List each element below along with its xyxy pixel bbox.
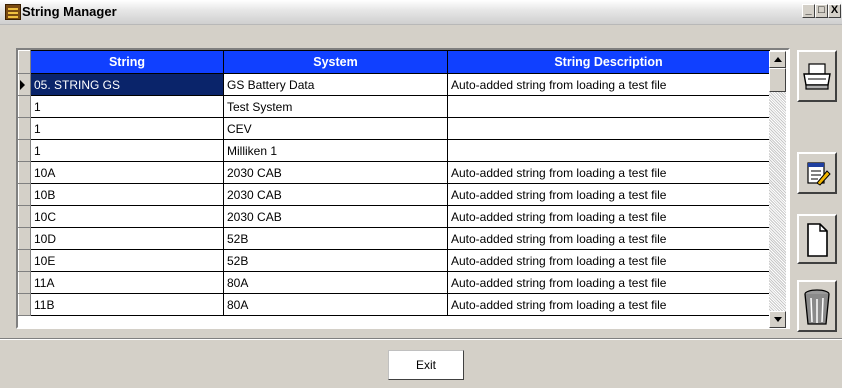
minimize-button[interactable]: _ xyxy=(802,4,815,18)
cell-description[interactable] xyxy=(447,117,770,140)
cell-description[interactable] xyxy=(447,95,770,118)
table-header-row: String System String Description xyxy=(18,50,770,74)
print-button[interactable] xyxy=(797,50,837,102)
cell-system[interactable]: 80A xyxy=(223,271,448,294)
row-indicator[interactable] xyxy=(18,95,31,118)
cell-string[interactable]: 11A xyxy=(30,271,224,294)
arrow-down-icon xyxy=(774,317,782,322)
title-bar: String Manager _ □ X xyxy=(0,0,842,25)
cell-system[interactable]: Milliken 1 xyxy=(223,139,448,162)
app-icon xyxy=(5,4,21,20)
close-button[interactable]: X xyxy=(828,4,841,18)
column-header-system[interactable]: System xyxy=(223,50,448,74)
new-button[interactable] xyxy=(797,214,837,264)
cell-string[interactable]: 05. STRING GS xyxy=(30,73,224,96)
scroll-up-button[interactable] xyxy=(769,51,786,68)
cell-description[interactable]: Auto-added string from loading a test fi… xyxy=(447,73,770,96)
table-row[interactable]: 10B 2030 CAB Auto-added string from load… xyxy=(18,183,770,206)
row-indicator[interactable] xyxy=(18,183,31,206)
table-row[interactable]: 10A 2030 CAB Auto-added string from load… xyxy=(18,161,770,184)
cell-description[interactable]: Auto-added string from loading a test fi… xyxy=(447,227,770,250)
cell-system[interactable]: 2030 CAB xyxy=(223,161,448,184)
edit-document-icon xyxy=(807,162,831,186)
cell-string[interactable]: 10D xyxy=(30,227,224,250)
cell-string[interactable]: 10A xyxy=(30,161,224,184)
row-indicator[interactable] xyxy=(18,139,31,162)
table-row[interactable]: 1 Test System xyxy=(18,95,770,118)
cell-system[interactable]: 80A xyxy=(223,293,448,316)
table-row[interactable]: 11B 80A Auto-added string from loading a… xyxy=(18,293,770,316)
row-indicator[interactable] xyxy=(18,249,31,272)
scroll-down-button[interactable] xyxy=(769,311,786,328)
cell-system[interactable]: CEV xyxy=(223,117,448,140)
cell-system[interactable]: 52B xyxy=(223,249,448,272)
row-indicator[interactable] xyxy=(18,271,31,294)
cell-system[interactable]: 2030 CAB xyxy=(223,183,448,206)
cell-description[interactable]: Auto-added string from loading a test fi… xyxy=(447,249,770,272)
table-row[interactable]: 1 CEV xyxy=(18,117,770,140)
exit-button[interactable]: Exit xyxy=(388,350,464,380)
cell-description[interactable]: Auto-added string from loading a test fi… xyxy=(447,183,770,206)
cell-string[interactable]: 10B xyxy=(30,183,224,206)
scroll-thumb[interactable] xyxy=(769,68,786,92)
row-indicator[interactable] xyxy=(18,205,31,228)
column-header-description[interactable]: String Description xyxy=(447,50,770,74)
table-row[interactable]: 10D 52B Auto-added string from loading a… xyxy=(18,227,770,250)
row-indicator[interactable] xyxy=(18,293,31,316)
window-title: String Manager xyxy=(22,4,117,19)
cell-system[interactable]: Test System xyxy=(223,95,448,118)
cell-system[interactable]: 2030 CAB xyxy=(223,205,448,228)
table-row[interactable]: 10C 2030 CAB Auto-added string from load… xyxy=(18,205,770,228)
cell-string[interactable]: 10E xyxy=(30,249,224,272)
current-row-arrow-icon xyxy=(20,80,25,90)
vertical-scrollbar[interactable] xyxy=(769,51,786,328)
cell-string[interactable]: 1 xyxy=(30,139,224,162)
new-document-icon xyxy=(807,223,828,257)
row-indicator[interactable] xyxy=(18,227,31,250)
cell-description[interactable]: Auto-added string from loading a test fi… xyxy=(447,205,770,228)
column-header-string[interactable]: String xyxy=(30,50,224,74)
cell-description[interactable] xyxy=(447,139,770,162)
cell-description[interactable]: Auto-added string from loading a test fi… xyxy=(447,271,770,294)
table-row[interactable]: 11A 80A Auto-added string from loading a… xyxy=(18,271,770,294)
row-indicator[interactable] xyxy=(18,73,31,96)
printer-icon xyxy=(803,63,831,90)
cell-string[interactable]: 10C xyxy=(30,205,224,228)
row-indicator[interactable] xyxy=(18,117,31,140)
string-grid[interactable]: String System String Description 05. STR… xyxy=(16,48,790,329)
table-row[interactable]: 10E 52B Auto-added string from loading a… xyxy=(18,249,770,272)
table-row[interactable]: 05. STRING GS GS Battery Data Auto-added… xyxy=(18,73,770,96)
cell-system[interactable]: 52B xyxy=(223,227,448,250)
cell-description[interactable]: Auto-added string from loading a test fi… xyxy=(447,161,770,184)
cell-description[interactable]: Auto-added string from loading a test fi… xyxy=(447,293,770,316)
maximize-button[interactable]: □ xyxy=(815,4,828,18)
cell-string[interactable]: 1 xyxy=(30,95,224,118)
cell-string[interactable]: 1 xyxy=(30,117,224,140)
arrow-up-icon xyxy=(774,57,782,62)
row-indicator-header xyxy=(18,50,31,74)
row-indicator[interactable] xyxy=(18,161,31,184)
cell-string[interactable]: 11B xyxy=(30,293,224,316)
string-table: String System String Description 05. STR… xyxy=(18,50,770,316)
cell-system[interactable]: GS Battery Data xyxy=(223,73,448,96)
edit-button[interactable] xyxy=(797,152,837,194)
trash-can-icon xyxy=(804,289,830,325)
delete-button[interactable] xyxy=(797,280,837,332)
table-row[interactable]: 1 Milliken 1 xyxy=(18,139,770,162)
